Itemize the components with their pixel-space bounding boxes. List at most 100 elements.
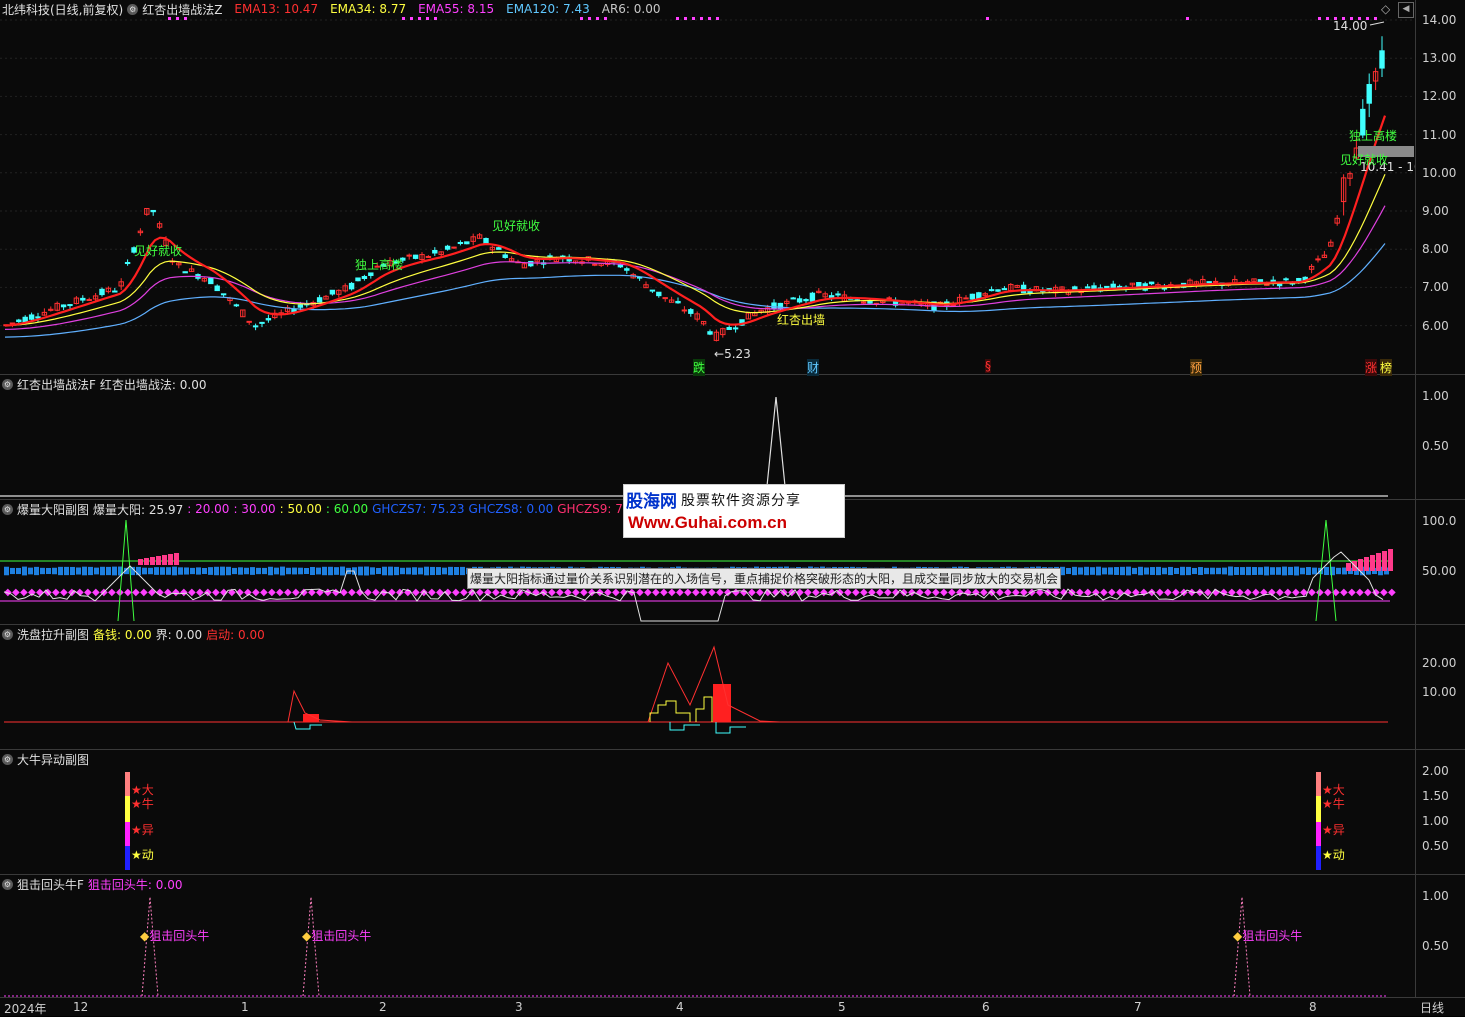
surge-bar	[1364, 557, 1369, 571]
candle-body	[329, 289, 336, 295]
candle-body	[592, 263, 598, 266]
volume-block	[1192, 567, 1197, 575]
price-tick: 9.00	[1422, 204, 1449, 218]
ema55-label: EMA55: 8.15	[418, 2, 495, 16]
gem-icon: ◆	[140, 929, 150, 943]
signal-dot	[588, 17, 591, 20]
volume-block	[298, 567, 303, 575]
signal-label-4: 红杏出墙	[777, 313, 826, 327]
diamond-icon[interactable]: ◇	[1381, 2, 1390, 16]
candle-body	[649, 289, 656, 292]
surge-bar	[1346, 563, 1351, 571]
step-line	[695, 696, 713, 722]
pane-title[interactable]: 大牛异动副图	[17, 751, 89, 768]
pane-settings-icon[interactable]: ⚙	[2, 878, 13, 890]
time-label: 5	[838, 1000, 846, 1014]
y-tick: 50.00	[1422, 564, 1457, 578]
bull-bar	[125, 822, 130, 846]
volume-block	[1138, 566, 1143, 576]
candle-body	[457, 241, 464, 244]
diamond-dot: ◆	[276, 587, 284, 598]
pane-title[interactable]: 洗盘拉升副图	[17, 626, 89, 643]
event-marker-3[interactable]: §	[985, 359, 991, 373]
hongxing-chart[interactable]	[0, 375, 1465, 500]
volume-surge-header: ⚙ 爆量大阳副图 爆量大阳: 25.97 : 20.00 : 30.00 : 5…	[2, 501, 650, 517]
candle-body	[259, 321, 265, 324]
volume-block	[1210, 567, 1215, 575]
signal-dot	[418, 17, 421, 20]
volume-block	[244, 567, 249, 575]
surge-bar	[168, 554, 173, 565]
scroll-up-icon[interactable]: ◀	[1398, 2, 1414, 18]
candle-body	[675, 300, 681, 304]
volume-block	[1084, 566, 1089, 576]
pane-settings-icon[interactable]: ⚙	[2, 378, 13, 390]
candle-body	[432, 249, 438, 254]
sniper-signal: ◆狙击回头牛	[140, 929, 210, 943]
pane-settings-icon[interactable]: ⚙	[2, 753, 13, 765]
watermark-url: Www.Guhai.com.cn	[628, 513, 787, 532]
pane-title[interactable]: 红杏出墙战法F	[17, 376, 96, 393]
volume-block	[34, 566, 39, 576]
volume-block	[454, 567, 459, 575]
signal-dot	[410, 17, 413, 20]
sniper-pane[interactable]: ⚙ 狙击回头牛F 狙击回头牛: 0.00 1.00 0.50 ◆狙击回头牛 ◆狙…	[0, 875, 1465, 998]
volume-block	[1216, 567, 1221, 575]
candlestick-chart[interactable]	[0, 0, 1465, 375]
hongxing-pane[interactable]: ⚙ 红杏出墙战法F 红杏出墙战法: 0.00 1.00 0.50	[0, 375, 1465, 500]
price-tick: 7.00	[1422, 280, 1449, 295]
candle-body	[361, 276, 368, 279]
period-button[interactable]: 日线	[1420, 999, 1444, 1016]
pane-title[interactable]: 狙击回头牛F	[17, 876, 84, 893]
bull-anomaly-pane[interactable]: ⚙ 大牛异动副图 2.00 1.50 1.00 0.50 ★大 ★牛 ★异 ★动…	[0, 750, 1465, 875]
pane-title[interactable]: 爆量大阳副图	[17, 501, 89, 518]
signal-label-6: 见好就收	[1340, 153, 1389, 167]
volume-block	[1072, 566, 1077, 576]
volume-block	[334, 567, 339, 575]
time-label: 3	[515, 1000, 523, 1014]
washout-chart[interactable]	[0, 625, 1465, 750]
candle-body	[1315, 258, 1321, 261]
signal-dot	[1186, 17, 1189, 20]
candle-body	[412, 254, 419, 259]
pane-settings-icon[interactable]: ⚙	[2, 628, 13, 640]
signal-dot	[986, 17, 989, 20]
event-marker-4[interactable]: 预	[1190, 359, 1203, 376]
volume-block	[112, 566, 117, 576]
volume-block	[190, 567, 195, 575]
bull-anomaly-chart[interactable]	[0, 750, 1465, 875]
candle-body	[963, 297, 969, 300]
settings-icon[interactable]: ⚙	[127, 3, 139, 15]
bull-bar	[1316, 846, 1321, 870]
candle-body	[1091, 285, 1097, 290]
volume-block	[316, 567, 321, 575]
step-line	[715, 722, 746, 734]
washout-curve	[287, 689, 353, 723]
volume-block	[418, 567, 423, 575]
volume-block	[148, 567, 153, 575]
stock-title[interactable]: 北纬科技(日线,前复权)	[2, 1, 123, 18]
event-marker-5[interactable]: 涨	[1365, 359, 1378, 376]
event-marker-6[interactable]: 榜	[1380, 359, 1393, 376]
washout-pane[interactable]: ⚙ 洗盘拉升副图 备钱: 0.00 界: 0.00 启动: 0.00 20.00…	[0, 625, 1465, 750]
price-pane[interactable]: 北纬科技(日线,前复权) ⚙ 红杏出墙战法Z EMA13: 10.47 EMA3…	[0, 0, 1465, 376]
event-marker-1[interactable]: 跌	[693, 359, 706, 376]
legend-item: 启动: 0.00	[206, 627, 265, 642]
main-indicator-name[interactable]: 红杏出墙战法Z	[142, 1, 222, 18]
event-marker-2[interactable]: 财	[807, 359, 820, 376]
candle-body	[1072, 286, 1078, 290]
candle-body	[425, 255, 432, 258]
legend-item: 界: 0.00	[155, 627, 203, 642]
time-axis[interactable]: 2024年 12 1 2 3 4 5 6 7 8 日线	[0, 998, 1465, 1016]
volume-block	[70, 566, 75, 576]
bull-tag: ★动	[1322, 848, 1345, 862]
pane-settings-icon[interactable]: ⚙	[2, 503, 13, 515]
volume-block	[154, 567, 159, 575]
candle-body	[483, 237, 489, 244]
volume-block	[1144, 567, 1149, 575]
volume-block	[1222, 567, 1227, 575]
surge-bar	[1382, 551, 1387, 571]
bull-bar	[1316, 796, 1321, 822]
candle-body	[214, 285, 220, 292]
volume-block	[82, 566, 87, 576]
